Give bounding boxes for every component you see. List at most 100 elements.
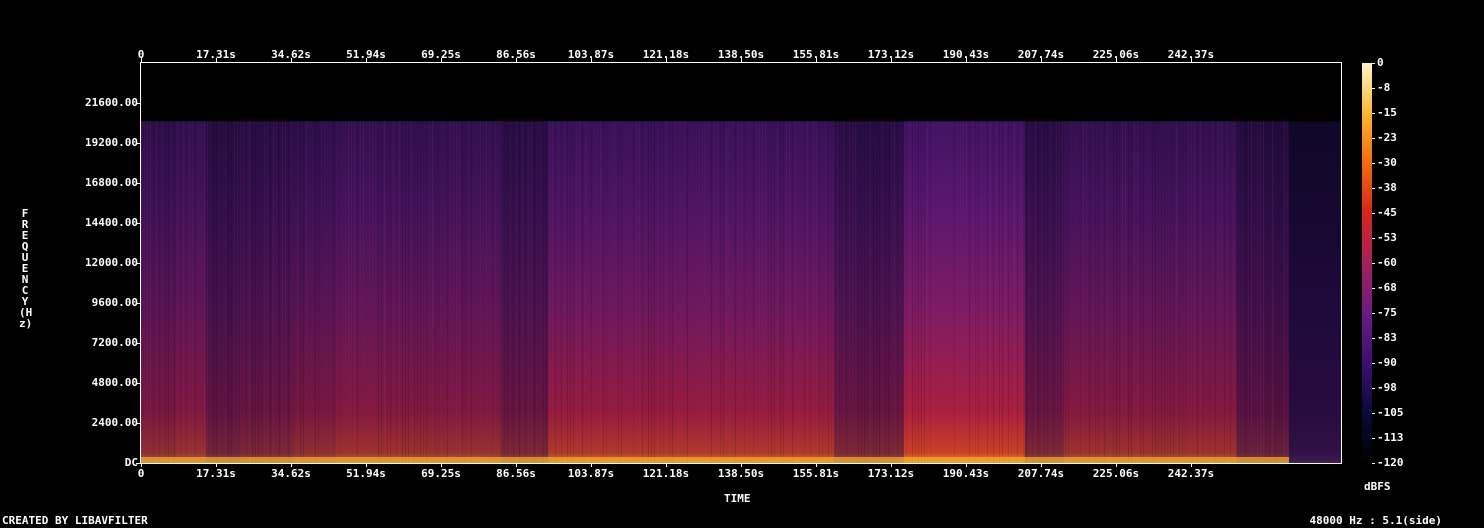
texture-streak [891,121,892,463]
texture-streak [495,121,496,463]
texture-streak [564,121,565,463]
texture-streak [687,121,688,463]
texture-streak [312,121,313,463]
texture-streak [459,121,460,463]
texture-streak [600,121,601,463]
texture-streak [444,121,445,463]
colorbar-unit: dBFS [1364,480,1391,493]
texture-streak [228,121,229,463]
texture-streak [426,121,427,463]
texture-streak [234,121,235,463]
texture-streak [1017,121,1018,463]
texture-streak [945,121,946,463]
texture-streak [1173,121,1174,463]
texture-streak [504,121,505,463]
texture-streak [1233,121,1234,463]
texture-streak [1287,121,1288,463]
texture-streak [309,121,310,463]
y-tick-mark [136,383,140,384]
texture-streak [849,121,850,463]
texture-streak [720,121,721,463]
x-tick-label-bottom: 242.37s [1167,467,1215,480]
texture-streak [345,121,346,463]
texture-streak [1206,121,1207,463]
texture-streak [993,121,994,463]
texture-streak [1047,121,1048,463]
texture-streak [1158,121,1159,463]
colorbar-tick-label: -45 [1377,206,1397,219]
texture-streak [1239,121,1240,463]
texture-streak [606,121,607,463]
colorbar-tick-label: -38 [1377,181,1397,194]
texture-streak [1230,121,1231,463]
texture-streak [1071,121,1072,463]
texture-streak [582,121,583,463]
texture-streak [213,121,214,463]
texture-streak [603,121,604,463]
texture-streak [627,121,628,463]
texture-streak [1095,121,1096,463]
texture-streak [201,121,202,463]
texture-streak [306,121,307,463]
texture-streak [237,121,238,463]
texture-streak [207,121,208,463]
colorbar-tick-label: -8 [1377,81,1391,94]
colorbar-tick-mark [1372,163,1375,164]
texture-streak [168,121,169,463]
texture-streak [771,121,772,463]
texture-streak [996,121,997,463]
texture-streak [714,121,715,463]
texture-streak [897,121,898,463]
texture-streak [579,121,580,463]
texture-streak [186,121,187,463]
texture-streak [870,121,871,463]
texture-streak [1050,121,1051,463]
texture-streak [819,121,820,463]
texture-streak [294,121,295,463]
texture-streak [570,121,571,463]
texture-streak [501,121,502,463]
texture-streak [1191,121,1192,463]
texture-streak [1089,121,1090,463]
x-tick-label-bottom: 121.18s [642,467,690,480]
texture-streak [954,121,955,463]
texture-streak [1137,121,1138,463]
y-tick-label: 21600.00 [85,96,138,109]
x-tick-label-bottom: 69.25s [421,467,461,480]
texture-streak [216,121,217,463]
texture-streak [561,121,562,463]
texture-streak [951,121,952,463]
texture-streak [342,121,343,463]
texture-streak [1272,121,1273,463]
texture-streak [1011,121,1012,463]
texture-streak [657,121,658,463]
texture-streak [159,121,160,463]
texture-streak [165,121,166,463]
colorbar-tick-mark [1372,413,1375,414]
colorbar-tick-label: -98 [1377,381,1397,394]
texture-streak [717,121,718,463]
y-tick-mark [136,423,140,424]
y-tick-label: 19200.00 [85,136,138,149]
texture-streak [1107,121,1108,463]
texture-streak [144,121,145,463]
colorbar-tick-label: -120 [1377,456,1404,469]
x-tick-mark-bottom [965,463,967,467]
texture-streak [273,121,274,463]
texture-streak [315,121,316,463]
texture-streak [909,121,910,463]
texture-streak [1014,121,1015,463]
texture-streak [1254,121,1255,463]
texture-streak [1203,121,1204,463]
x-tick-mark-top [515,58,517,62]
texture-streak [747,121,748,463]
texture-streak [528,121,529,463]
colorbar-tick-mark [1372,288,1375,289]
texture-streak [591,121,592,463]
texture-streak [630,121,631,463]
texture-streak [1122,121,1123,463]
texture-streak [1200,121,1201,463]
texture-streak [861,121,862,463]
texture-streak [192,121,193,463]
colorbar-tick-label: -75 [1377,306,1397,319]
